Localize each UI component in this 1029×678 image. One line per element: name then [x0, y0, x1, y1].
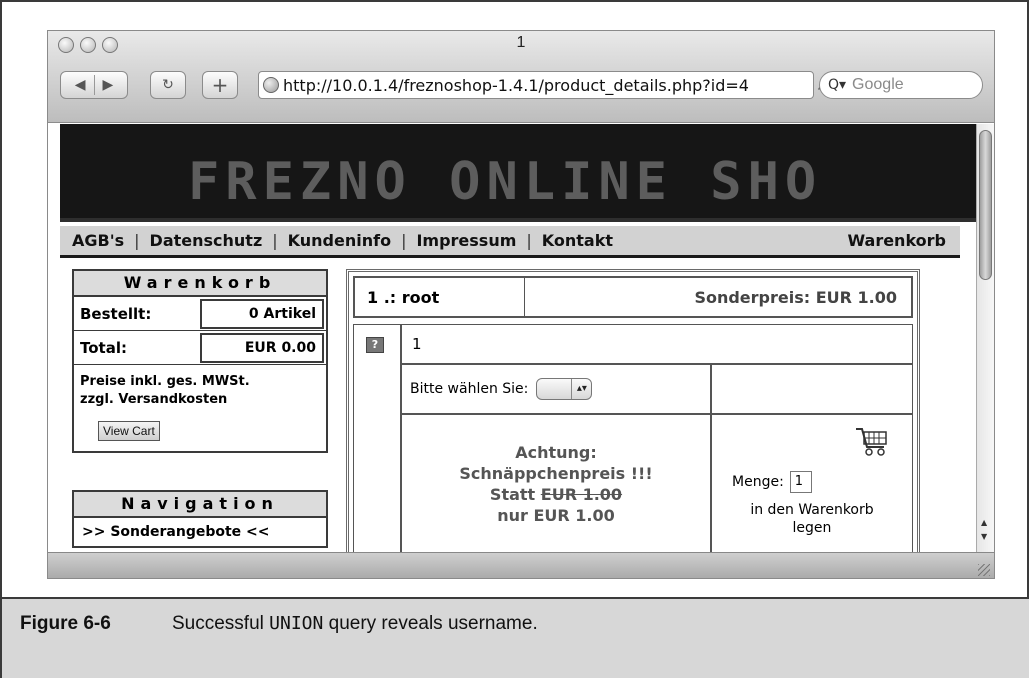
scrollbar-thumb[interactable] [979, 130, 992, 280]
vertical-scrollbar[interactable]: ▲ ▼ [976, 124, 994, 552]
choose-label: Bitte wählen Sie: [410, 381, 529, 397]
scroll-up-arrow-icon[interactable]: ▲ [981, 518, 987, 527]
caption-text-part: Successful [172, 613, 270, 634]
special-price: Sonderpreis: EUR 1.00 [694, 287, 897, 307]
url-text: http://10.0.1.4/freznoshop-1.4.1/product… [283, 75, 749, 95]
address-bar[interactable]: http://10.0.1.4/freznoshop-1.4.1/product… [258, 71, 814, 99]
price-note: Preise inkl. ges. MWSt. zzgl. Versandkos… [74, 365, 326, 413]
cart-total-row: Total: EUR 0.00 [74, 331, 326, 365]
reload-icon: ↻ [162, 77, 174, 93]
search-icon: Q▾ [828, 77, 847, 93]
window-title: 1 [516, 34, 526, 51]
ordered-value: 0 Artikel [200, 298, 324, 329]
plus-icon: + [211, 73, 229, 97]
page-viewport: FREZNO ONLINE SHO AGB's | Datenschutz | … [60, 124, 978, 552]
offer-notice: Achtung: Schnäppchenpreis !!! Statt EUR … [401, 414, 711, 552]
browser-window: 1 ◀ ▶ ↻ + http://10.0.1.4/freznoshop-1.4… [47, 30, 995, 579]
select-arrows-icon: ▴▾ [571, 379, 591, 399]
search-placeholder: Google [852, 76, 904, 93]
quantity-label: Menge: [732, 474, 784, 490]
view-cart-button[interactable]: View Cart [98, 421, 160, 441]
quantity-input[interactable]: 1 [789, 471, 812, 493]
offer-statt: Statt [489, 485, 536, 504]
browser-toolbar: 1 ◀ ▶ ↻ + http://10.0.1.4/freznoshop-1.4… [48, 31, 994, 123]
add-to-cart-line: in den Warenkorb [750, 502, 874, 518]
add-to-cart-label[interactable]: in den Warenkorb legen [712, 501, 912, 537]
cart-ordered-row: Bestellt: 0 Artikel [74, 297, 326, 331]
ordered-label: Bestellt: [80, 304, 152, 323]
product-name: 1 .: root [355, 278, 525, 316]
caption-text: Successful UNION query reveals username. [172, 613, 538, 635]
nav-link-kontakt[interactable]: Kontakt [542, 231, 613, 250]
nav-separator: | [272, 231, 278, 250]
cart-box: Warenkorb Bestellt: 0 Artikel Total: EUR… [72, 269, 328, 453]
offer-old-price-line: Statt EUR 1.00 [490, 484, 622, 505]
navigation-box: Navigation >> Sonderangebote << [72, 490, 328, 548]
nav-separator: | [526, 231, 532, 250]
product-title: 1 [401, 324, 913, 364]
nav-separator: | [401, 231, 407, 250]
offer-new-price: nur EUR 1.00 [497, 506, 615, 525]
back-forward-buttons[interactable]: ◀ ▶ [60, 71, 128, 99]
resize-grip-icon[interactable] [978, 564, 990, 576]
globe-icon [263, 77, 279, 93]
empty-cell [711, 364, 913, 414]
add-to-cart-cell: Menge: 1 in den Warenkorb legen [711, 414, 913, 552]
add-bookmark-button[interactable]: + [202, 71, 238, 99]
top-navigation: AGB's | Datenschutz | Kundeninfo | Impre… [60, 226, 960, 258]
offer-bargain: Schnäppchenpreis !!! [459, 464, 653, 483]
caption-text-part: query reveals username. [323, 613, 538, 634]
figure-label: Figure 6-6 [20, 613, 111, 634]
forward-arrow-icon[interactable]: ▶ [103, 77, 114, 93]
shipping-note-line: zzgl. Versandkosten [80, 392, 228, 407]
reload-button[interactable]: ↻ [150, 71, 186, 99]
nav-link-warenkorb[interactable]: Warenkorb [847, 231, 946, 250]
missing-image-icon[interactable]: ? [366, 337, 384, 353]
status-bar [48, 552, 994, 578]
shop-logo-text: FREZNO ONLINE SHO [188, 152, 823, 212]
shopping-cart-icon[interactable] [854, 423, 890, 459]
nav-link-datenschutz[interactable]: Datenschutz [150, 231, 263, 250]
total-value: EUR 0.00 [200, 332, 324, 363]
figure-caption: Figure 6-6 Successful UNION query reveal… [2, 597, 1029, 678]
figure-frame: 1 ◀ ▶ ↻ + http://10.0.1.4/freznoshop-1.4… [0, 0, 1029, 678]
product-image-cell: ? [353, 324, 401, 552]
add-to-cart-line: legen [792, 520, 832, 536]
nav-link-impressum[interactable]: Impressum [416, 231, 516, 250]
offer-old-price: EUR 1.00 [540, 485, 623, 504]
quantity-row: Menge: 1 [732, 471, 812, 493]
back-arrow-icon[interactable]: ◀ [75, 77, 86, 93]
search-field[interactable]: Q▾ Google [819, 71, 983, 99]
nav-separator: | [134, 231, 140, 250]
nav-link-kundeninfo[interactable]: Kundeninfo [288, 231, 391, 250]
product-panel: 1 .: root Sonderpreis: EUR 1.00 ? 1 Bitt… [346, 269, 920, 552]
navigation-box-title: Navigation [74, 492, 326, 518]
option-row: Bitte wählen Sie: ▴▾ [401, 364, 711, 414]
option-select[interactable]: ▴▾ [536, 378, 593, 400]
total-label: Total: [80, 338, 127, 357]
caption-code: UNION [269, 613, 324, 634]
shop-banner: FREZNO ONLINE SHO [60, 124, 978, 222]
cart-box-title: Warenkorb [74, 271, 326, 297]
product-header: 1 .: root Sonderpreis: EUR 1.00 [353, 276, 913, 318]
price-note-line: Preise inkl. ges. MWSt. [80, 374, 250, 389]
nav-link-agb[interactable]: AGB's [72, 231, 124, 250]
special-offers-link[interactable]: >> Sonderangebote << [74, 518, 326, 546]
scroll-down-arrow-icon[interactable]: ▼ [981, 532, 987, 541]
offer-heading: Achtung: [515, 443, 597, 462]
